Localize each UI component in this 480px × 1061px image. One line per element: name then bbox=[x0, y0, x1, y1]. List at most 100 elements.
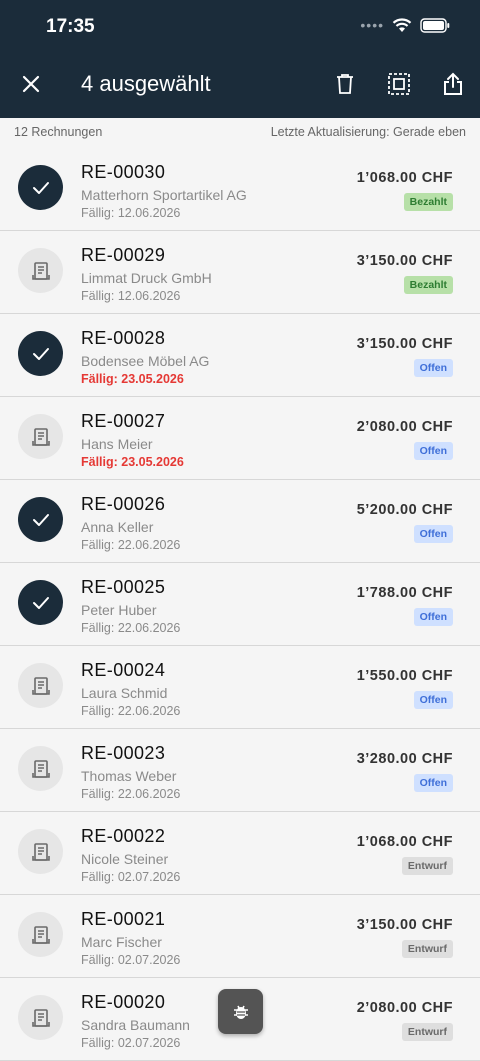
row-avatar[interactable] bbox=[18, 912, 63, 957]
invoice-amount: 1’788.00 CHF bbox=[356, 585, 453, 601]
check-icon bbox=[32, 347, 49, 360]
trash-icon bbox=[337, 74, 353, 94]
debug-fab-button[interactable] bbox=[218, 989, 263, 1034]
invoice-number: RE-00030 bbox=[81, 162, 166, 182]
invoice-number: RE-00029 bbox=[81, 245, 166, 265]
select-all-button[interactable] bbox=[385, 68, 413, 100]
app-header: 17:35 •••• 4 ausgewählt bbox=[0, 0, 480, 118]
invoice-row[interactable]: RE-00024 Laura Schmid Fällig: 22.06.2026 1’… bbox=[0, 646, 480, 729]
check-icon bbox=[32, 513, 49, 526]
invoice-due-date: Fällig: 22.06.2026 bbox=[81, 538, 181, 552]
status-badge: Offen bbox=[413, 359, 453, 377]
status-badge: Offen bbox=[413, 525, 453, 543]
invoice-amount: 1’068.00 CHF bbox=[356, 834, 453, 850]
invoice-row[interactable]: RE-00022 Nicole Steiner Fällig: 02.07.2026… bbox=[0, 812, 480, 895]
receipt-icon bbox=[31, 676, 50, 695]
share-button[interactable] bbox=[439, 68, 467, 100]
invoice-number: RE-00021 bbox=[81, 909, 166, 929]
battery-icon bbox=[420, 17, 450, 33]
row-avatar[interactable] bbox=[18, 829, 63, 874]
invoice-row[interactable]: RE-00025 Peter Huber Fällig: 22.06.2026 1’7… bbox=[0, 563, 480, 646]
check-icon bbox=[32, 596, 49, 609]
invoice-due-date: Fällig: 22.06.2026 bbox=[81, 787, 181, 801]
invoice-due-date: Fällig: 02.07.2026 bbox=[81, 953, 181, 967]
invoice-customer: Sandra Baumann bbox=[81, 1017, 190, 1033]
status-badge: Offen bbox=[413, 442, 453, 460]
status-badge: Bezahlt bbox=[403, 193, 453, 211]
check-icon bbox=[32, 181, 49, 194]
invoice-number: RE-00024 bbox=[81, 660, 166, 680]
invoice-amount: 2’080.00 CHF bbox=[356, 419, 453, 435]
last-update: Letzte Aktualisierung: Gerade eben bbox=[270, 125, 466, 139]
invoice-row[interactable]: RE-00027 Hans Meier Fällig: 23.05.2026 2’08… bbox=[0, 397, 480, 480]
invoice-amount: 2’080.00 CHF bbox=[356, 1000, 453, 1016]
status-badge: Offen bbox=[413, 691, 453, 709]
invoice-customer: Bodensee Möbel AG bbox=[81, 353, 210, 369]
close-button[interactable] bbox=[17, 68, 45, 100]
status-icons: •••• bbox=[360, 17, 450, 33]
select-all-icon bbox=[388, 73, 410, 95]
invoice-number: RE-00020 bbox=[81, 992, 166, 1012]
invoice-amount: 3’150.00 CHF bbox=[356, 336, 453, 352]
invoice-number: RE-00026 bbox=[81, 494, 166, 514]
status-badge: Offen bbox=[413, 774, 453, 792]
invoice-due-date: Fällig: 23.05.2026 bbox=[81, 455, 184, 469]
invoice-number: RE-00025 bbox=[81, 577, 166, 597]
signal-icon: •••• bbox=[360, 17, 384, 33]
row-avatar[interactable] bbox=[18, 995, 63, 1040]
row-avatar[interactable] bbox=[18, 414, 63, 459]
invoice-amount: 5’200.00 CHF bbox=[356, 502, 453, 518]
invoice-customer: Marc Fischer bbox=[81, 934, 162, 950]
invoice-count: 12 Rechnungen bbox=[14, 125, 103, 139]
row-avatar[interactable] bbox=[18, 165, 63, 210]
status-badge: Offen bbox=[413, 608, 453, 626]
close-icon bbox=[22, 75, 40, 93]
status-time: 17:35 bbox=[46, 16, 95, 37]
status-badge: Bezahlt bbox=[403, 276, 453, 294]
row-avatar[interactable] bbox=[18, 663, 63, 708]
invoice-customer: Hans Meier bbox=[81, 436, 153, 452]
receipt-icon bbox=[31, 1008, 50, 1027]
row-avatar[interactable] bbox=[18, 331, 63, 376]
invoice-customer: Anna Keller bbox=[81, 519, 154, 535]
invoice-customer: Thomas Weber bbox=[81, 768, 177, 784]
invoice-customer: Nicole Steiner bbox=[81, 851, 169, 867]
invoice-amount: 3’280.00 CHF bbox=[356, 751, 453, 767]
share-icon bbox=[444, 72, 462, 95]
row-avatar[interactable] bbox=[18, 497, 63, 542]
invoice-customer: Laura Schmid bbox=[81, 685, 168, 701]
invoice-amount: 3’150.00 CHF bbox=[356, 917, 453, 933]
invoice-due-date: Fällig: 22.06.2026 bbox=[81, 621, 181, 635]
invoice-list: RE-00030 Matterhorn Sportartikel AG Fällig… bbox=[0, 148, 480, 1061]
invoice-due-date: Fällig: 02.07.2026 bbox=[81, 870, 181, 884]
invoice-row[interactable]: RE-00021 Marc Fischer Fällig: 02.07.2026 3’… bbox=[0, 895, 480, 978]
receipt-icon bbox=[31, 427, 50, 446]
list-summary-bar: 12 Rechnungen Letzte Aktualisierung: Ger… bbox=[0, 118, 480, 146]
row-avatar[interactable] bbox=[18, 746, 63, 791]
bug-icon bbox=[233, 1005, 248, 1019]
invoice-customer: Limmat Druck GmbH bbox=[81, 270, 212, 286]
receipt-icon bbox=[31, 842, 50, 861]
receipt-icon bbox=[31, 925, 50, 944]
receipt-icon bbox=[31, 759, 50, 778]
invoice-row[interactable]: RE-00028 Bodensee Möbel AG Fällig: 23.05.2… bbox=[0, 314, 480, 397]
status-badge: Entwurf bbox=[401, 1023, 453, 1041]
invoice-row[interactable]: RE-00026 Anna Keller Fällig: 22.06.2026 5’2… bbox=[0, 480, 480, 563]
invoice-row[interactable]: RE-00030 Matterhorn Sportartikel AG Fällig… bbox=[0, 148, 480, 231]
invoice-amount: 1’550.00 CHF bbox=[356, 668, 453, 684]
invoice-due-date: Fällig: 22.06.2026 bbox=[81, 704, 181, 718]
invoice-number: RE-00023 bbox=[81, 743, 166, 763]
receipt-icon bbox=[31, 261, 50, 280]
invoice-row[interactable]: RE-00029 Limmat Druck GmbH Fällig: 12.06.2… bbox=[0, 231, 480, 314]
row-avatar[interactable] bbox=[18, 248, 63, 293]
invoice-customer: Matterhorn Sportartikel AG bbox=[81, 187, 247, 203]
invoice-due-date: Fällig: 23.05.2026 bbox=[81, 372, 184, 386]
invoice-number: RE-00028 bbox=[81, 328, 166, 348]
row-avatar[interactable] bbox=[18, 580, 63, 625]
invoice-due-date: Fällig: 02.07.2026 bbox=[81, 1036, 181, 1050]
page-title: 4 ausgewählt bbox=[81, 71, 211, 96]
delete-button[interactable] bbox=[331, 68, 359, 100]
invoice-row[interactable]: RE-00023 Thomas Weber Fällig: 22.06.2026 3’… bbox=[0, 729, 480, 812]
invoice-amount: 1’068.00 CHF bbox=[356, 170, 453, 186]
invoice-number: RE-00027 bbox=[81, 411, 166, 431]
